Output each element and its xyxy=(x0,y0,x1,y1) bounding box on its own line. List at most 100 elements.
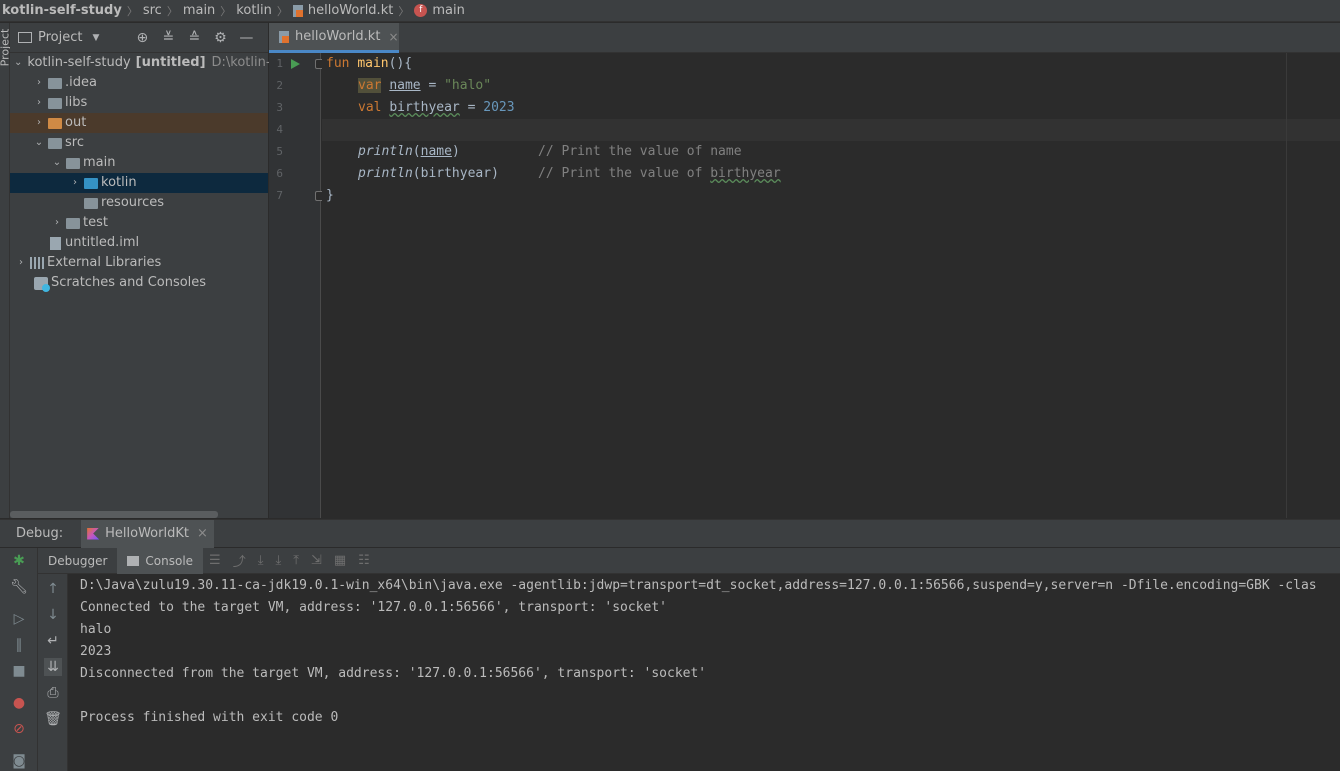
scroll-to-end-icon[interactable]: ⇊ xyxy=(44,658,62,676)
chevron-right-icon: 〉 xyxy=(276,4,288,18)
chevron-down-icon[interactable]: ⌄ xyxy=(14,53,22,73)
code-line-3: val birthyear = 2023 xyxy=(358,100,515,115)
code-line-5: println(name) // Print the value of name xyxy=(358,144,742,159)
mute-breakpoints-icon[interactable]: ⊘ xyxy=(10,720,28,738)
chevron-right-icon[interactable]: › xyxy=(32,93,46,113)
line-number: 3 xyxy=(276,101,283,114)
console-line: Process finished with exit code 0 xyxy=(80,710,339,725)
tree-item-main[interactable]: ⌄ main xyxy=(10,153,268,173)
project-view-selector[interactable]: Project xyxy=(38,30,82,45)
breadcrumb-src[interactable]: src xyxy=(141,3,164,18)
stop-icon[interactable]: ■ xyxy=(10,662,28,680)
camera-icon[interactable]: ◙ xyxy=(10,752,28,770)
gear-icon[interactable]: ⚙ xyxy=(213,30,227,46)
folder-icon xyxy=(66,157,80,169)
kotlin-icon xyxy=(87,527,100,540)
bug-icon[interactable]: ✱ xyxy=(10,552,28,570)
line-number: 2 xyxy=(276,79,283,92)
tree-item-scratches[interactable]: Scratches and Consoles xyxy=(10,273,268,293)
console-line: halo xyxy=(80,622,112,637)
breadcrumb-main[interactable]: main xyxy=(181,3,217,18)
tree-item-label: kotlin xyxy=(101,175,137,190)
chevron-right-icon[interactable]: › xyxy=(50,213,64,233)
tree-item-src[interactable]: ⌄ src xyxy=(10,133,268,153)
close-icon[interactable]: × xyxy=(388,30,398,44)
line-number: 6 xyxy=(276,167,283,180)
tree-item-label: src xyxy=(65,135,84,150)
trace-icon[interactable]: ☷ xyxy=(358,553,370,568)
run-to-cursor-icon[interactable]: ⇲ xyxy=(311,553,322,568)
console-line: Connected to the target VM, address: '12… xyxy=(80,600,667,615)
tree-item-external-libraries[interactable]: › External Libraries xyxy=(10,253,268,273)
tree-item-project-root[interactable]: ⌄ kotlin-self-study [untitled] D:\kotlin… xyxy=(10,53,271,73)
tree-item-label: untitled.iml xyxy=(65,235,140,250)
folder-icon xyxy=(48,77,62,89)
tab-debugger[interactable]: Debugger xyxy=(38,548,117,574)
chevron-right-icon[interactable]: › xyxy=(68,173,82,193)
excluded-folder-icon xyxy=(48,117,62,129)
tree-item-label: .idea xyxy=(65,75,97,90)
tab-hello-world-kt[interactable]: HelloWorldKt × xyxy=(81,519,214,548)
view-breakpoints-icon[interactable]: ● xyxy=(10,694,28,712)
collapse-all-icon[interactable]: ≙ xyxy=(187,30,201,46)
scratches-icon xyxy=(34,276,50,292)
chevron-right-icon[interactable]: › xyxy=(14,253,28,273)
line-number: 5 xyxy=(276,145,283,158)
console-line: D:\Java\zulu19.30.11-ca-jdk19.0.1-win_x6… xyxy=(80,578,1317,593)
run-icon[interactable] xyxy=(291,59,300,69)
chevron-down-icon[interactable]: ⌄ xyxy=(32,133,46,153)
resume-icon[interactable]: ▷ xyxy=(10,610,28,628)
console-line: 2023 xyxy=(80,644,112,659)
locate-icon[interactable]: ⊕ xyxy=(135,30,149,46)
project-tree: ⌄ kotlin-self-study [untitled] D:\kotlin… xyxy=(10,53,271,293)
pause-icon[interactable]: ∥ xyxy=(10,636,28,654)
trash-icon[interactable]: 🗑︎ xyxy=(44,710,62,728)
soft-wrap-icon[interactable]: ↵ xyxy=(44,632,62,650)
minimize-icon[interactable]: — xyxy=(239,30,253,46)
chevron-right-icon[interactable]: › xyxy=(32,73,46,93)
step-over-icon[interactable]: ⤓ xyxy=(258,553,264,568)
tree-item-idea[interactable]: › .idea xyxy=(10,73,268,93)
close-icon[interactable]: × xyxy=(197,526,208,541)
breadcrumb-function[interactable]: main xyxy=(430,3,466,18)
function-icon: f xyxy=(414,4,428,17)
code-line-4-current xyxy=(322,119,1340,141)
show-execution-point-icon[interactable]: ⤴ xyxy=(233,551,246,570)
chevron-right-icon: 〉 xyxy=(126,4,138,18)
tree-item-out[interactable]: › out xyxy=(10,113,268,133)
code-line-7: } xyxy=(326,188,334,203)
breadcrumb-project[interactable]: kotlin-self-study xyxy=(0,3,124,18)
tree-item-test[interactable]: › test xyxy=(10,213,268,233)
chevron-right-icon[interactable]: › xyxy=(32,113,46,133)
tab-console[interactable]: Console xyxy=(117,547,204,574)
expand-all-icon[interactable]: ≚ xyxy=(161,30,175,46)
chevron-down-icon[interactable]: ⌄ xyxy=(50,153,64,173)
code-line-1: fun main(){ xyxy=(326,56,413,71)
menu-icon[interactable]: ☰ xyxy=(209,553,221,568)
tree-item-resources[interactable]: resources xyxy=(10,193,268,213)
print-icon[interactable]: ⎙ xyxy=(44,684,62,702)
right-margin-guide xyxy=(1286,53,1287,518)
tree-item-kotlin[interactable]: › kotlin xyxy=(10,173,268,193)
tab-label: helloWorld.kt xyxy=(295,29,381,44)
tree-item-iml[interactable]: untitled.iml xyxy=(10,233,268,253)
step-into-icon[interactable]: ⤓ xyxy=(275,553,281,568)
tab-helloworld-kt[interactable]: helloWorld.kt × xyxy=(269,23,399,53)
folder-icon xyxy=(48,137,62,149)
line-number: 1 xyxy=(276,57,283,70)
wrench-icon[interactable]: 🔧︎ xyxy=(10,578,28,596)
debug-subtab-bar: Debugger Console ☰ ⤴ ⤓ ⤓ ⤒ ⇲ ▦ ☷ xyxy=(38,547,1340,574)
horizontal-scrollbar[interactable] xyxy=(10,511,218,518)
breadcrumb-kotlin[interactable]: kotlin xyxy=(234,3,274,18)
chevron-down-icon[interactable]: ▼ xyxy=(92,33,99,43)
folder-icon xyxy=(66,217,80,229)
debug-side-toolbar: ✱ 🔧︎ ▷ ∥ ■ ● ⊘ ◙ xyxy=(0,548,38,771)
code-editor[interactable]: fun main(){ var name = "halo" val birthy… xyxy=(322,53,1340,518)
step-out-icon[interactable]: ⤒ xyxy=(293,553,299,568)
evaluate-expression-icon[interactable]: ▦ xyxy=(334,553,346,568)
console-output[interactable]: D:\Java\zulu19.30.11-ca-jdk19.0.1-win_x6… xyxy=(68,574,1340,771)
tree-item-libs[interactable]: › libs xyxy=(10,93,268,113)
arrow-down-icon[interactable]: ↓ xyxy=(44,606,62,624)
arrow-up-icon[interactable]: ↑ xyxy=(44,580,62,598)
breadcrumb-file[interactable]: helloWorld.kt xyxy=(306,3,395,18)
